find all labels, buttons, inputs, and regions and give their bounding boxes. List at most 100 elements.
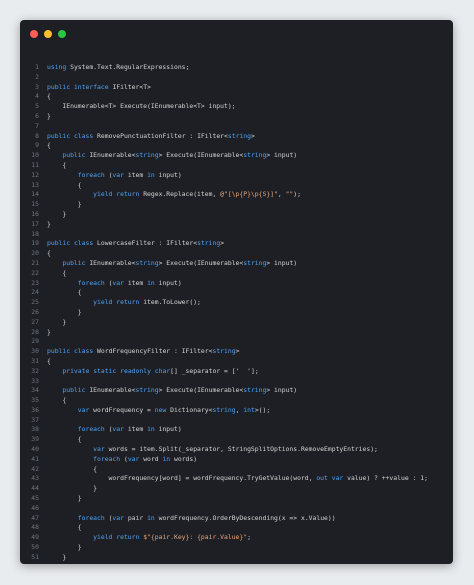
code-text: } xyxy=(47,318,66,328)
code-text: { xyxy=(47,523,82,533)
code-token: wordFrequency[word] = wordFrequency.TryG… xyxy=(47,474,317,483)
code-text: } xyxy=(47,494,82,504)
code-line: 34 public IEnumerable<string> Execute(IE… xyxy=(20,386,453,396)
code-text: } xyxy=(47,220,51,230)
code-token: } xyxy=(47,111,51,120)
code-token: input) xyxy=(154,278,182,287)
keyword-token: var xyxy=(112,513,124,522)
keyword-token: class xyxy=(73,239,94,248)
code-token: } xyxy=(47,200,82,209)
code-text: foreach (var item in input) xyxy=(47,171,182,181)
code-token: value) ? ++value : 1; xyxy=(343,474,428,483)
keyword-token: var xyxy=(112,170,124,179)
code-text: } xyxy=(47,200,82,210)
code-text: { xyxy=(47,181,82,191)
window-titlebar xyxy=(20,20,453,48)
keyword-token: var xyxy=(93,445,105,454)
code-line: 17} xyxy=(20,220,453,230)
code-text: foreach (var word in words) xyxy=(47,455,197,465)
keyword-token: int xyxy=(243,405,255,414)
minimize-dot-icon[interactable] xyxy=(44,30,52,38)
code-text: } xyxy=(47,543,82,553)
keyword-token: private xyxy=(62,366,90,375)
code-line: 6} xyxy=(20,112,453,122)
string-token: $"{pair.Key}: {pair.Value}" xyxy=(143,533,248,542)
code-token: pair xyxy=(123,513,148,522)
line-number: 43 xyxy=(31,474,39,483)
code-text: yield return item.ToLower(); xyxy=(47,298,201,308)
zoom-dot-icon[interactable] xyxy=(58,30,66,38)
line-number: 8 xyxy=(35,131,39,140)
line-number: 7 xyxy=(35,121,39,130)
code-line: 25 yield return item.ToLower(); xyxy=(20,298,453,308)
code-line: 28} xyxy=(20,328,453,338)
code-line: 35 { xyxy=(20,396,453,406)
code-line: 40 var words = item.Split(_separator, St… xyxy=(20,445,453,455)
code-text: wordFrequency[word] = wordFrequency.TryG… xyxy=(47,474,428,484)
code-token: item.ToLower(); xyxy=(139,298,201,307)
code-line: 44 } xyxy=(20,484,453,494)
keyword-token: string xyxy=(212,405,236,414)
code-editor[interactable]: 1 using System.Text.RegularExpressions; 2 3… xyxy=(20,63,453,564)
keyword-token: public xyxy=(47,131,71,140)
code-line: 1 using System.Text.RegularExpressions; xyxy=(20,63,453,73)
code-line: 41 foreach (var word in words) xyxy=(20,455,453,465)
code-token: { xyxy=(47,141,51,150)
line-number: 5 xyxy=(35,102,39,111)
line-number: 28 xyxy=(31,327,39,336)
code-text: yield return $"{pair.Key}: {pair.Value}"… xyxy=(47,533,251,543)
line-number: 12 xyxy=(31,170,39,179)
code-token: IEnumerable<T> Execute(IEnumerable<T> in… xyxy=(47,102,236,111)
keyword-token: var xyxy=(127,454,140,463)
code-token: { xyxy=(47,396,67,405)
keyword-token: var xyxy=(112,425,124,434)
keyword-token: foreach xyxy=(77,513,105,522)
code-line: 45 } xyxy=(20,494,453,504)
code-line: 50 } xyxy=(20,543,453,553)
code-text: foreach (var item in input) xyxy=(47,425,182,435)
code-line: 16 } xyxy=(20,210,453,220)
code-line: 2 xyxy=(20,73,453,83)
code-token: input) xyxy=(154,170,182,179)
line-number: 26 xyxy=(31,307,39,316)
close-dot-icon[interactable] xyxy=(30,30,38,38)
code-line: 26 } xyxy=(20,308,453,318)
code-line: 23 foreach (var item in input) xyxy=(20,279,453,289)
code-token: Regex.Replace(item, xyxy=(139,190,221,199)
line-number: 32 xyxy=(31,366,39,375)
code-token: { xyxy=(47,268,67,277)
code-token: IEnumerable< xyxy=(85,151,136,160)
code-text: } xyxy=(47,308,82,318)
keyword-token: string xyxy=(197,239,221,248)
code-token: IEnumerable< xyxy=(85,258,136,267)
line-number: 24 xyxy=(31,288,39,297)
code-token: > input) xyxy=(266,151,298,160)
line-number: 48 xyxy=(31,523,39,532)
line-number: 15 xyxy=(31,200,39,209)
code-token: { xyxy=(47,92,51,101)
line-number: 41 xyxy=(31,454,39,463)
line-number: 30 xyxy=(31,347,39,356)
code-token: RemovePunctuationFilter : IFilter< xyxy=(93,131,228,140)
code-token: } xyxy=(47,552,67,561)
code-text: } xyxy=(47,484,97,494)
code-line: 13 { xyxy=(20,181,453,191)
code-text: } xyxy=(47,563,51,564)
code-token: > Execute(IEnumerable< xyxy=(158,258,244,267)
keyword-token: static xyxy=(93,366,117,375)
line-number: 18 xyxy=(31,229,39,238)
keyword-token: public xyxy=(47,82,71,91)
code-line: 29 xyxy=(20,337,453,347)
code-text: { xyxy=(47,161,66,171)
keyword-token: string xyxy=(135,151,159,160)
line-number: 46 xyxy=(31,503,39,512)
code-token: LowercaseFilter : IFilter< xyxy=(93,239,198,248)
keyword-token: out var xyxy=(316,474,344,483)
code-text: public IEnumerable<string> Execute(IEnum… xyxy=(47,259,297,269)
code-text: var wordFrequency = new Dictionary<strin… xyxy=(47,406,270,416)
